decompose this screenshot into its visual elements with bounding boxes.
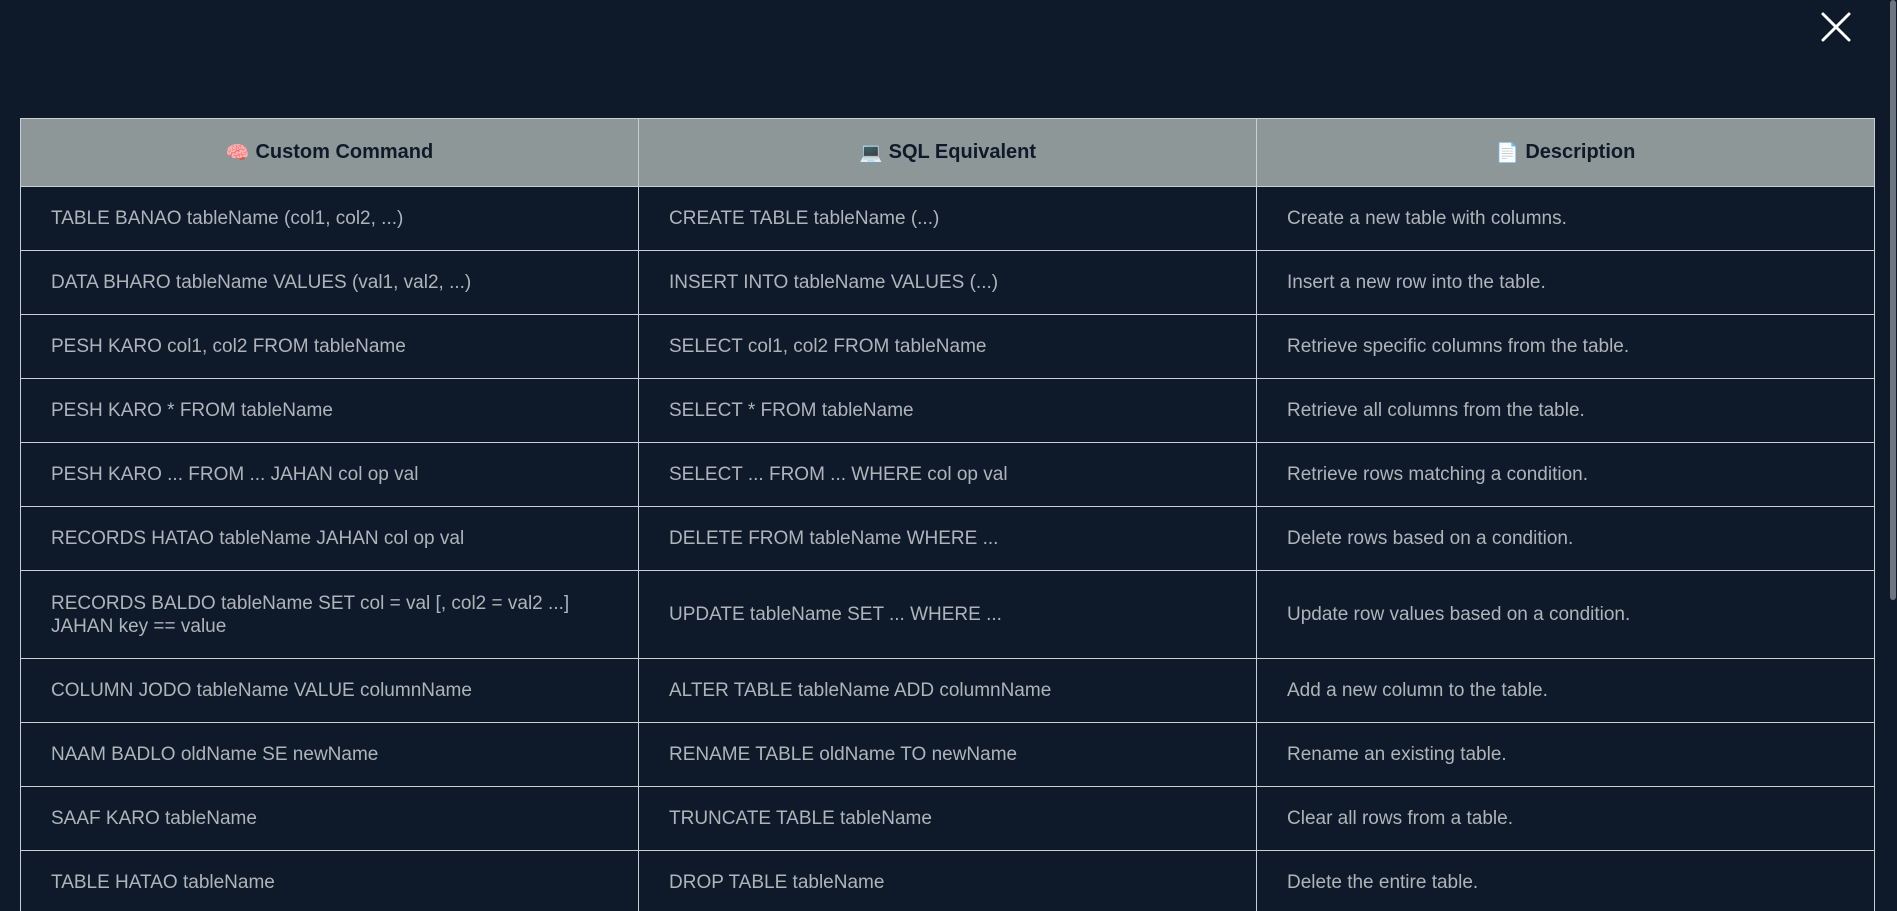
command-cell: PESH KARO ... FROM ... JAHAN col op val bbox=[20, 442, 639, 507]
description-cell: Clear all rows from a table. bbox=[1256, 786, 1875, 851]
command-cell: TABLE HATAO tableName bbox=[20, 850, 639, 911]
table-row: RECORDS BALDO tableName SET col = val [,… bbox=[20, 570, 1875, 659]
sql-cell: ALTER TABLE tableName ADD columnName bbox=[638, 658, 1257, 723]
command-cell: NAAM BADLO oldName SE newName bbox=[20, 722, 639, 787]
scrollbar[interactable] bbox=[1889, 0, 1897, 911]
command-cell: PESH KARO col1, col2 FROM tableName bbox=[20, 314, 639, 379]
sql-cell: INSERT INTO tableName VALUES (...) bbox=[638, 250, 1257, 315]
command-cell: PESH KARO * FROM tableName bbox=[20, 378, 639, 443]
table-row: DATA BHARO tableName VALUES (val1, val2,… bbox=[20, 250, 1875, 315]
description-cell: Retrieve specific columns from the table… bbox=[1256, 314, 1875, 379]
description-cell: Delete the entire table. bbox=[1256, 850, 1875, 911]
sql-cell: RENAME TABLE oldName TO newName bbox=[638, 722, 1257, 787]
description-cell: Update row values based on a condition. bbox=[1256, 570, 1875, 659]
description-cell: Add a new column to the table. bbox=[1256, 658, 1875, 723]
command-cell: SAAF KARO tableName bbox=[20, 786, 639, 851]
header-description: 📄 Description bbox=[1256, 118, 1875, 187]
command-cell: RECORDS BALDO tableName SET col = val [,… bbox=[20, 570, 639, 659]
description-cell: Retrieve rows matching a condition. bbox=[1256, 442, 1875, 507]
close-button[interactable] bbox=[1817, 8, 1855, 46]
commands-scroll-area[interactable]: 🧠 Custom Command 💻 SQL Equivalent 📄 Descrip… bbox=[0, 0, 1897, 911]
command-cell: COLUMN JODO tableName VALUE columnName bbox=[20, 658, 639, 723]
sql-cell: DROP TABLE tableName bbox=[638, 850, 1257, 911]
laptop-icon: 💻 bbox=[858, 142, 883, 164]
sql-cell: CREATE TABLE tableName (...) bbox=[638, 186, 1257, 251]
description-cell: Insert a new row into the table. bbox=[1256, 250, 1875, 315]
description-cell: Retrieve all columns from the table. bbox=[1256, 378, 1875, 443]
command-cell: TABLE BANAO tableName (col1, col2, ...) bbox=[20, 186, 639, 251]
table-row: TABLE HATAO tableName DROP TABLE tableNa… bbox=[20, 850, 1875, 911]
brain-icon: 🧠 bbox=[225, 142, 250, 164]
commands-modal: 🧠 Custom Command 💻 SQL Equivalent 📄 Descrip… bbox=[0, 0, 1897, 911]
table-row: RECORDS HATAO tableName JAHAN col op val… bbox=[20, 506, 1875, 571]
description-cell: Create a new table with columns. bbox=[1256, 186, 1875, 251]
sql-cell: DELETE FROM tableName WHERE ... bbox=[638, 506, 1257, 571]
table-row: NAAM BADLO oldName SE newName RENAME TAB… bbox=[20, 722, 1875, 787]
document-icon: 📄 bbox=[1495, 142, 1520, 164]
sql-cell: SELECT col1, col2 FROM tableName bbox=[638, 314, 1257, 379]
table-row: COLUMN JODO tableName VALUE columnName A… bbox=[20, 658, 1875, 723]
table-row: PESH KARO ... FROM ... JAHAN col op val … bbox=[20, 442, 1875, 507]
header-custom-command: 🧠 Custom Command bbox=[20, 118, 639, 187]
commands-table: 🧠 Custom Command 💻 SQL Equivalent 📄 Descrip… bbox=[20, 118, 1875, 911]
header-label: Description bbox=[1525, 140, 1636, 163]
table-row: PESH KARO * FROM tableName SELECT * FROM… bbox=[20, 378, 1875, 443]
table-header-row: 🧠 Custom Command 💻 SQL Equivalent 📄 Descrip… bbox=[20, 118, 1875, 187]
header-sql-equivalent: 💻 SQL Equivalent bbox=[638, 118, 1257, 187]
sql-cell: UPDATE tableName SET ... WHERE ... bbox=[638, 570, 1257, 659]
command-cell: RECORDS HATAO tableName JAHAN col op val bbox=[20, 506, 639, 571]
scrollbar-thumb[interactable] bbox=[1890, 0, 1896, 600]
description-cell: Delete rows based on a condition. bbox=[1256, 506, 1875, 571]
header-label: SQL Equivalent bbox=[888, 140, 1037, 163]
sql-cell: SELECT ... FROM ... WHERE col op val bbox=[638, 442, 1257, 507]
command-cell: DATA BHARO tableName VALUES (val1, val2,… bbox=[20, 250, 639, 315]
table-row: SAAF KARO tableName TRUNCATE TABLE table… bbox=[20, 786, 1875, 851]
table-row: PESH KARO col1, col2 FROM tableName SELE… bbox=[20, 314, 1875, 379]
description-cell: Rename an existing table. bbox=[1256, 722, 1875, 787]
table-row: TABLE BANAO tableName (col1, col2, ...) … bbox=[20, 186, 1875, 251]
close-icon bbox=[1821, 12, 1851, 42]
header-label: Custom Command bbox=[255, 140, 434, 163]
sql-cell: SELECT * FROM tableName bbox=[638, 378, 1257, 443]
sql-cell: TRUNCATE TABLE tableName bbox=[638, 786, 1257, 851]
